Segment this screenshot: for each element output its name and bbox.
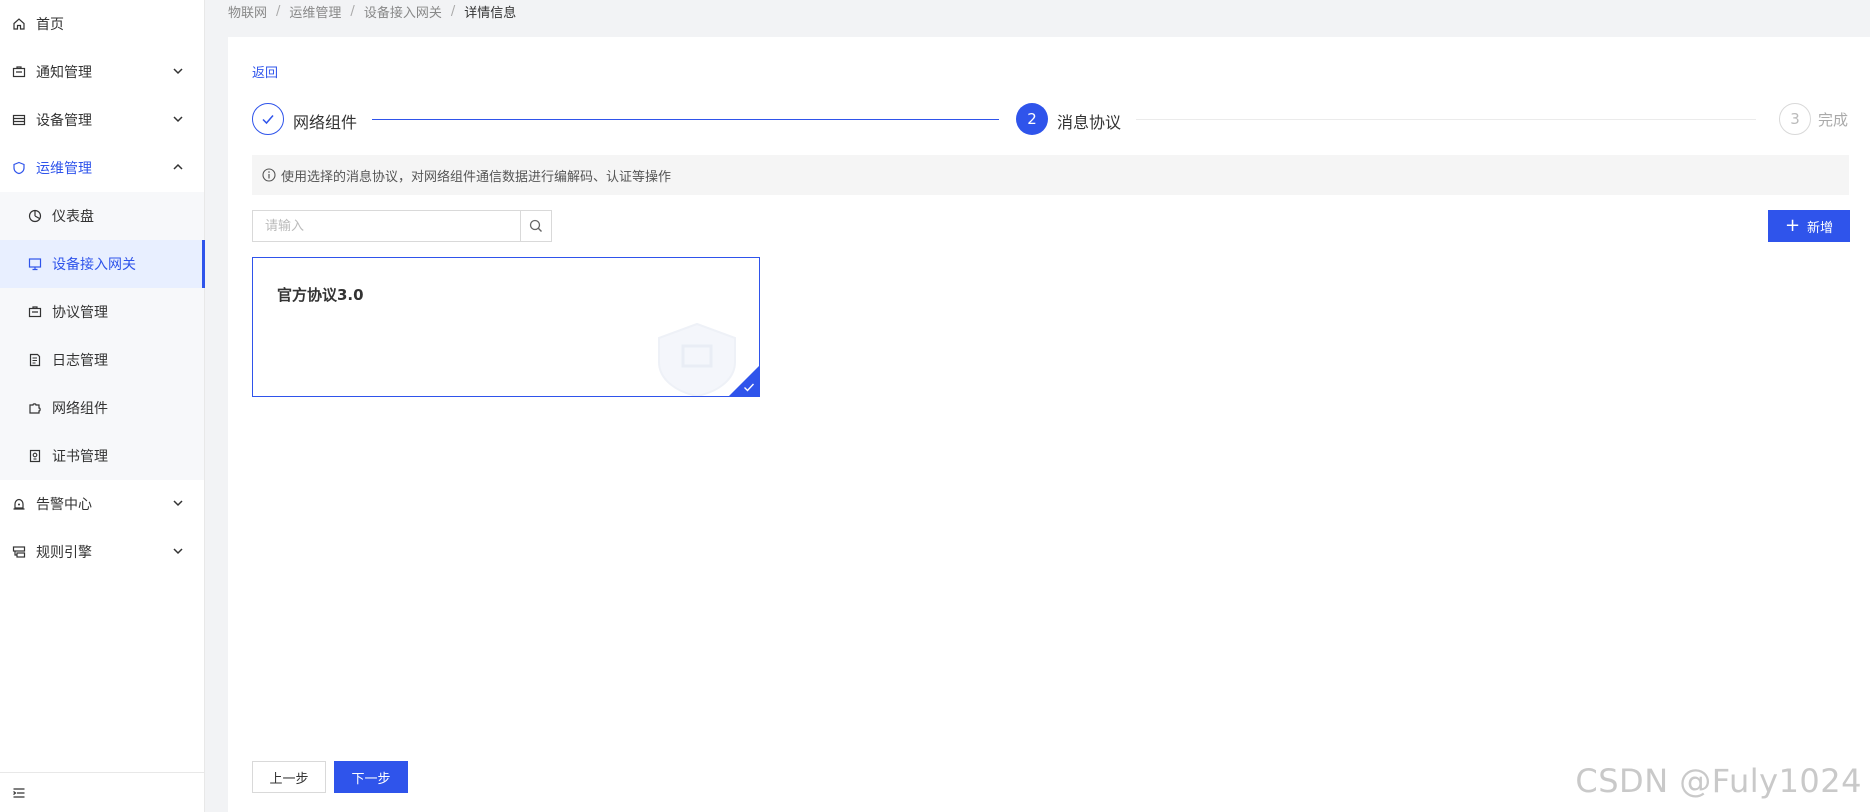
sidebar-item-label: 设备接入网关 (52, 257, 136, 273)
sidebar-item-device[interactable]: 设备管理 (0, 96, 204, 144)
sidebar-item-notification[interactable]: 通知管理 (0, 48, 204, 96)
breadcrumb-separator: / (450, 3, 456, 19)
breadcrumb-current: 详情信息 (464, 5, 517, 21)
search-box (252, 210, 552, 242)
step-3-number: 3 (1779, 103, 1811, 135)
plus-icon: + (1784, 215, 1801, 236)
sidebar-item-label: 告警中心 (36, 497, 92, 513)
sidebar: 首页 通知管理 设备管理 运维管理 仪表盘 设备接入网关 协议管理 日志管理 网… (0, 0, 205, 812)
notification-icon (12, 65, 26, 79)
step-2-number: 2 (1016, 103, 1048, 135)
log-icon (28, 353, 42, 367)
alert-text: 使用选择的消息协议，对网络组件通信数据进行编解码、认证等操作 (281, 169, 672, 185)
protocol-icon (28, 305, 42, 319)
search-button[interactable] (520, 211, 551, 241)
sidebar-item-label: 设备管理 (36, 113, 92, 129)
sidebar-item-label: 首页 (36, 17, 64, 33)
add-button-label: 新增 (1807, 220, 1834, 236)
sidebar-item-certificate[interactable]: 证书管理 (0, 432, 204, 480)
next-step-button[interactable]: 下一步 (334, 761, 408, 793)
protocol-card-title: 官方协议3.0 (277, 286, 364, 304)
breadcrumb: 物联网 / 运维管理 / 设备接入网关 / 详情信息 (228, 0, 516, 22)
sidebar-item-label: 网络组件 (52, 401, 108, 417)
ops-shield-icon (12, 161, 26, 175)
search-input[interactable] (253, 211, 520, 241)
chevron-down-icon (173, 68, 183, 75)
chevron-down-icon (173, 500, 183, 507)
add-button[interactable]: + 新增 (1768, 210, 1850, 242)
sidebar-item-label: 仪表盘 (52, 209, 94, 225)
network-icon (28, 401, 42, 415)
sidebar-item-rule[interactable]: 规则引擎 (0, 528, 204, 576)
sidebar-item-gateway[interactable]: 设备接入网关 (0, 240, 205, 288)
sidebar-item-label: 日志管理 (52, 353, 108, 369)
rule-icon (12, 545, 26, 559)
step-1-label: 网络组件 (293, 113, 358, 132)
sidebar-collapse-button[interactable] (0, 772, 204, 812)
info-alert: 使用选择的消息协议，对网络组件通信数据进行编解码、认证等操作 (252, 155, 1849, 195)
step-1-connector (372, 119, 999, 120)
step-1-finished-icon (252, 103, 284, 135)
breadcrumb-separator: / (276, 3, 281, 19)
back-link[interactable]: 返回 (252, 62, 278, 81)
protocol-card[interactable]: 官方协议3.0 (252, 257, 760, 397)
sidebar-item-label: 协议管理 (52, 305, 108, 321)
gateway-icon (28, 257, 42, 271)
search-icon (529, 219, 542, 232)
step-3-label: 完成 (1818, 111, 1849, 129)
csdn-watermark: CSDN @Fuly1024 (1575, 762, 1862, 800)
alarm-icon (12, 497, 26, 511)
sidebar-item-log[interactable]: 日志管理 (0, 336, 204, 384)
sidebar-item-ops[interactable]: 运维管理 (0, 144, 204, 192)
sidebar-item-label: 运维管理 (36, 161, 92, 177)
chevron-down-icon (173, 548, 183, 555)
breadcrumb-separator: / (350, 3, 355, 19)
sidebar-item-dashboard[interactable]: 仪表盘 (0, 192, 204, 240)
prev-step-button[interactable]: 上一步 (252, 761, 326, 793)
breadcrumb-item-ops[interactable]: 运维管理 (289, 2, 341, 21)
sidebar-item-home[interactable]: 首页 (0, 0, 204, 48)
sidebar-item-label: 规则引擎 (36, 545, 92, 561)
step-2-connector (1136, 119, 1756, 120)
sidebar-item-alarm[interactable]: 告警中心 (0, 480, 204, 528)
home-icon (12, 17, 26, 31)
sidebar-item-label: 证书管理 (52, 449, 108, 465)
menu-fold-icon (13, 787, 25, 798)
breadcrumb-item-gateway[interactable]: 设备接入网关 (364, 2, 442, 21)
dashboard-icon (28, 209, 42, 223)
breadcrumb-item-iot[interactable]: 物联网 (228, 2, 267, 21)
certificate-icon (28, 449, 42, 463)
main-content: 返回 网络组件 2 消息协议 3 完成 使用选择的消息协议，对网络组件通信数据进… (228, 37, 1870, 812)
info-circle-icon (262, 168, 276, 182)
sidebar-item-label: 通知管理 (36, 65, 92, 81)
check-icon (744, 383, 755, 392)
chevron-up-icon (173, 163, 183, 170)
ops-submenu: 仪表盘 设备接入网关 协议管理 日志管理 网络组件 证书管理 (0, 192, 205, 480)
device-icon (12, 113, 26, 127)
chevron-down-icon (173, 116, 183, 123)
sidebar-item-network[interactable]: 网络组件 (0, 384, 204, 432)
sidebar-item-protocol[interactable]: 协议管理 (0, 288, 204, 336)
step-2-label: 消息协议 (1057, 113, 1122, 132)
